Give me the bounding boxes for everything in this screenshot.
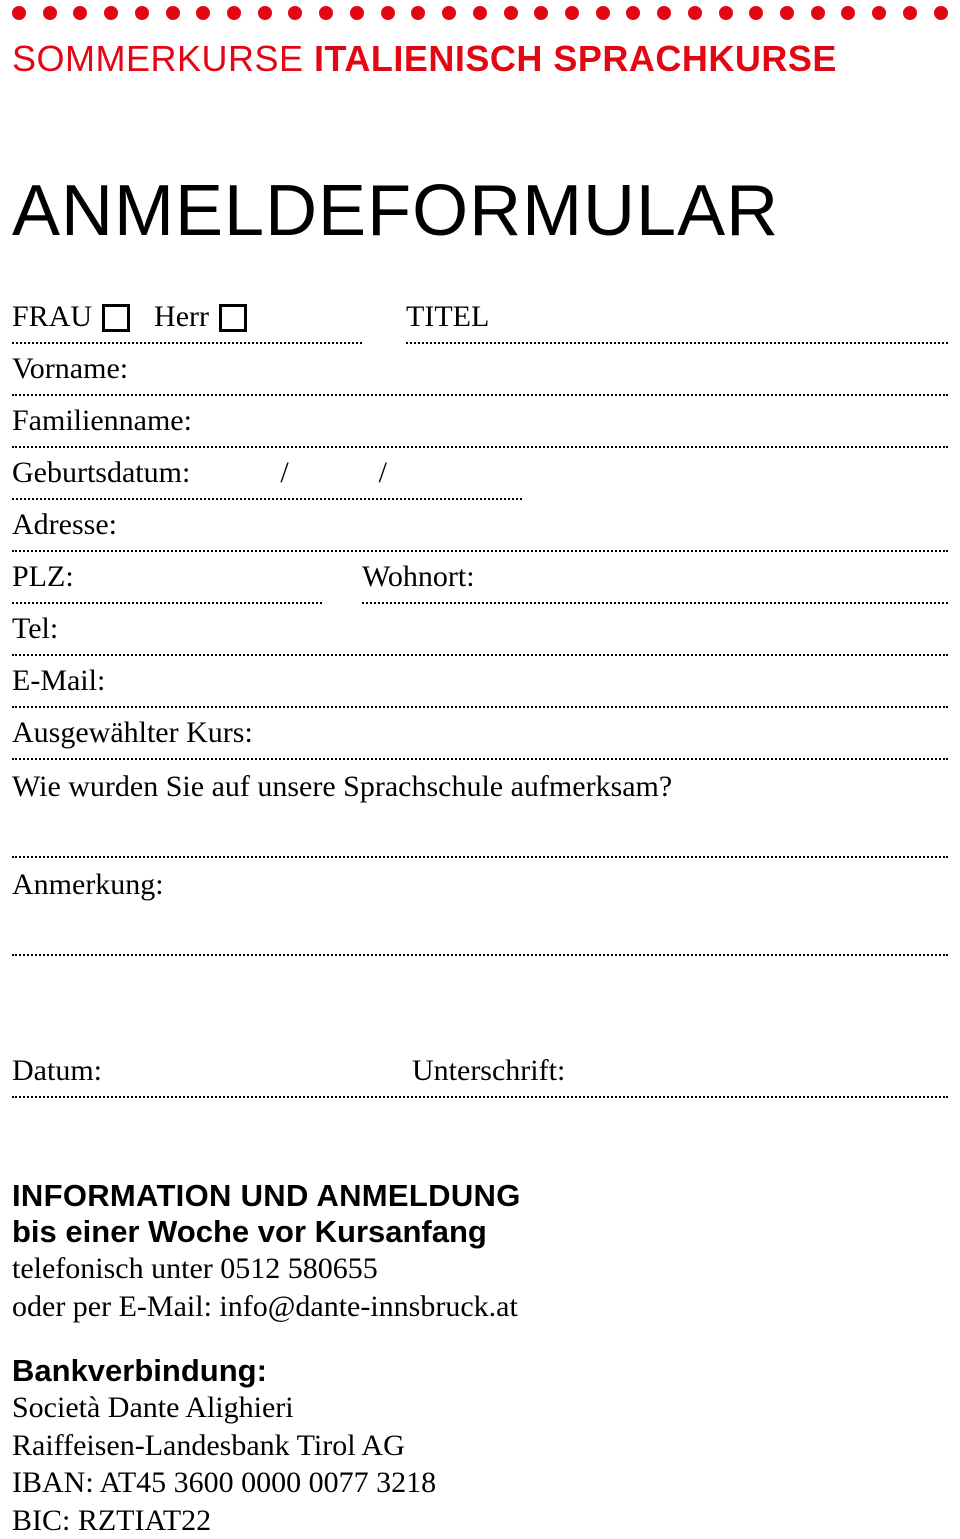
dot-icon <box>596 6 610 20</box>
datum-field[interactable]: Datum: <box>12 1054 412 1088</box>
dot-icon <box>657 6 671 20</box>
bank-iban: IBAN: AT45 3600 0000 0077 3218 <box>12 1464 948 1502</box>
dot-icon <box>350 6 364 20</box>
email-label: E-Mail: <box>12 664 105 698</box>
dot-icon <box>473 6 487 20</box>
dot-icon <box>749 6 763 20</box>
dot-icon <box>811 6 825 20</box>
bank-heading: Bankverbindung: <box>12 1353 948 1389</box>
unterschrift-input[interactable] <box>565 1054 948 1088</box>
dot-icon <box>104 6 118 20</box>
header-part-bold: ITALIENISCH SPRACHKURSE <box>314 38 837 79</box>
adresse-label: Adresse: <box>12 508 117 542</box>
vorname-input[interactable] <box>128 354 948 386</box>
adresse-input[interactable] <box>117 510 948 542</box>
dot-icon <box>934 6 948 20</box>
kurs-row[interactable]: Ausgewählter Kurs: <box>12 708 948 760</box>
dob-month-input[interactable] <box>299 458 369 490</box>
dot-icon <box>43 6 57 20</box>
wohnort-label: Wohnort: <box>362 560 475 594</box>
email-row[interactable]: E-Mail: <box>12 656 948 708</box>
wohnort-input[interactable] <box>475 560 948 594</box>
kurs-label: Ausgewählter Kurs: <box>12 716 253 750</box>
dob-slash-2: / <box>369 456 397 490</box>
vorname-label: Vorname: <box>12 352 128 386</box>
tel-row[interactable]: Tel: <box>12 604 948 656</box>
info-block: INFORMATION UND ANMELDUNG bis einer Woch… <box>12 1178 948 1539</box>
email-input[interactable] <box>105 666 948 698</box>
datum-unterschrift-row: Datum: Unterschrift: <box>12 1046 948 1098</box>
page: SOMMERKURSE ITALIENISCH SPRACHKURSE ANME… <box>0 0 960 1539</box>
dot-icon <box>73 6 87 20</box>
anmerkung-label: Anmerkung: <box>12 858 948 910</box>
geburtsdatum-row[interactable]: Geburtsdatum: / / <box>12 448 522 500</box>
herr-checkbox[interactable] <box>219 304 247 332</box>
titel-label: TITEL <box>406 300 489 334</box>
unterschrift-label: Unterschrift: <box>412 1054 565 1088</box>
vorname-row[interactable]: Vorname: <box>12 344 948 396</box>
info-heading: INFORMATION UND ANMELDUNG <box>12 1178 948 1214</box>
dot-icon <box>504 6 518 20</box>
info-deadline: bis einer Woche vor Kursanfang <box>12 1214 948 1250</box>
dot-icon <box>196 6 210 20</box>
herr-label: Herr <box>154 300 209 334</box>
dot-icon <box>565 6 579 20</box>
form-title: ANMELDEFORMULAR <box>12 170 948 252</box>
frau-checkbox[interactable] <box>102 304 130 332</box>
dot-icon <box>872 6 886 20</box>
titel-input[interactable] <box>489 302 948 334</box>
dot-icon <box>288 6 302 20</box>
dot-icon <box>227 6 241 20</box>
dob-slash-1: / <box>270 456 298 490</box>
dot-icon <box>780 6 794 20</box>
plz-input[interactable] <box>74 560 322 594</box>
tel-input[interactable] <box>58 614 948 646</box>
dot-icon <box>381 6 395 20</box>
familienname-row[interactable]: Familienname: <box>12 396 948 448</box>
salutation-row: FRAU Herr <box>12 292 362 344</box>
bank-bic: BIC: RZTIAT22 <box>12 1502 948 1539</box>
info-email: oder per E-Mail: info@dante-innsbruck.at <box>12 1288 948 1326</box>
info-phone: telefonisch unter 0512 580655 <box>12 1250 948 1288</box>
dot-icon <box>719 6 733 20</box>
dot-icon <box>534 6 548 20</box>
unterschrift-field[interactable]: Unterschrift: <box>412 1054 948 1088</box>
header-part-light: SOMMERKURSE <box>12 38 304 79</box>
kurs-input[interactable] <box>253 718 948 750</box>
familienname-input[interactable] <box>192 406 948 438</box>
wohnort-field[interactable]: Wohnort: <box>362 552 948 604</box>
familienname-label: Familienname: <box>12 404 192 438</box>
header-title: SOMMERKURSE ITALIENISCH SPRACHKURSE <box>12 38 948 80</box>
plz-label: PLZ: <box>12 560 74 594</box>
dot-icon <box>841 6 855 20</box>
dot-icon <box>135 6 149 20</box>
dot-icon <box>903 6 917 20</box>
adresse-row[interactable]: Adresse: <box>12 500 948 552</box>
plz-field[interactable]: PLZ: <box>12 552 322 604</box>
bank-name: Società Dante Alighieri <box>12 1389 948 1427</box>
dot-icon <box>626 6 640 20</box>
dot-icon <box>12 6 26 20</box>
dot-icon <box>166 6 180 20</box>
titel-row[interactable]: TITEL <box>406 292 948 344</box>
salutation-title-row: FRAU Herr TITEL <box>12 292 948 344</box>
anmerkung-input[interactable] <box>12 910 948 956</box>
aufmerksam-label: Wie wurden Sie auf unsere Sprachschule a… <box>12 760 948 812</box>
tel-label: Tel: <box>12 612 58 646</box>
geburtsdatum-label: Geburtsdatum: <box>12 456 190 490</box>
datum-label: Datum: <box>12 1054 102 1088</box>
dot-icon <box>688 6 702 20</box>
bank-bankname: Raiffeisen-Landesbank Tirol AG <box>12 1427 948 1465</box>
dot-icon <box>258 6 272 20</box>
aufmerksam-input[interactable] <box>12 812 948 858</box>
dot-icon <box>319 6 333 20</box>
decorative-dots-row <box>12 0 948 34</box>
dot-icon <box>411 6 425 20</box>
datum-input[interactable] <box>102 1054 412 1088</box>
frau-label: FRAU <box>12 300 92 334</box>
dot-icon <box>442 6 456 20</box>
dob-day-input[interactable] <box>190 458 270 490</box>
plz-wohnort-row: PLZ: Wohnort: <box>12 552 948 604</box>
dob-year-input[interactable] <box>397 458 522 490</box>
